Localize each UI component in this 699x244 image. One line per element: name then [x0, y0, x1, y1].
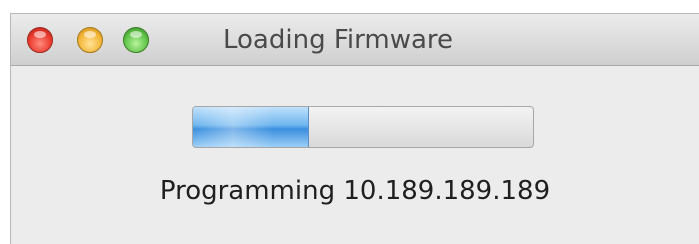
progress-bar	[192, 106, 534, 148]
minimize-icon[interactable]	[77, 27, 103, 53]
progress-bar-fill	[193, 107, 309, 147]
title-bar[interactable]: Loading Firmware	[11, 14, 699, 66]
zoom-icon[interactable]	[123, 27, 149, 53]
status-text: Programming 10.189.189.189	[159, 176, 551, 206]
window-title: Loading Firmware	[223, 25, 454, 55]
close-icon[interactable]	[27, 27, 53, 53]
loading-firmware-window: Loading Firmware Programming 10.189.189.…	[10, 13, 699, 244]
